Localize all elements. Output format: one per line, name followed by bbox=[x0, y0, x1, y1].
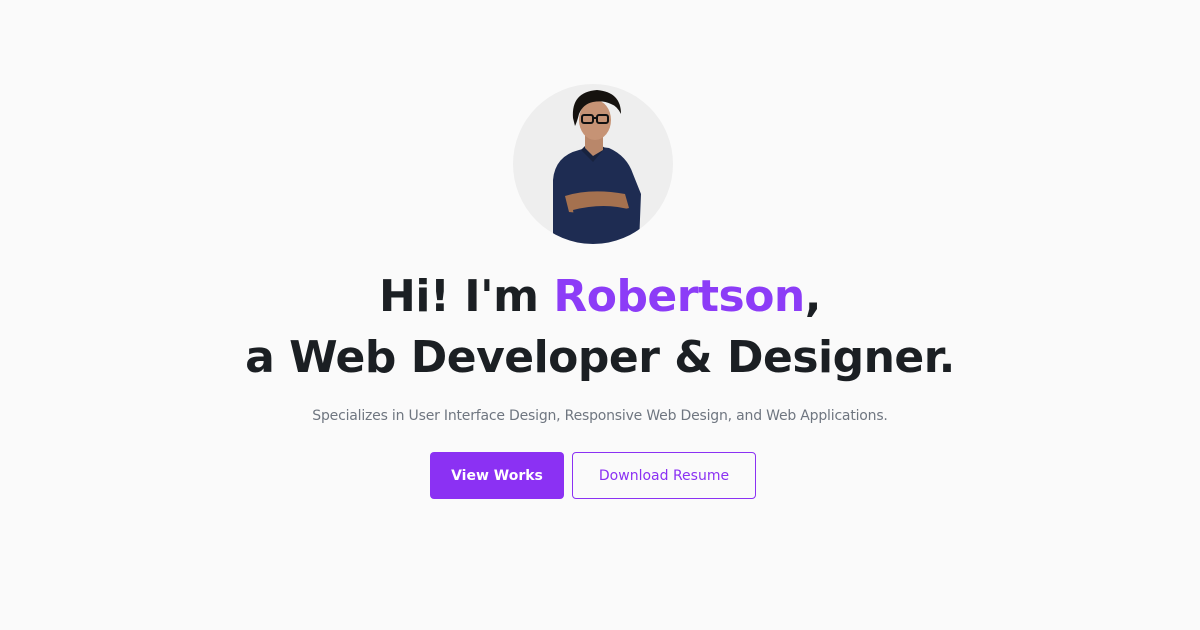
greeting-prefix: Hi! I'm bbox=[379, 271, 554, 322]
hero-headline: Hi! I'm Robertson, a Web Developer & Des… bbox=[0, 266, 1200, 388]
avatar bbox=[513, 84, 673, 244]
view-works-button[interactable]: View Works bbox=[430, 452, 564, 499]
profile-photo bbox=[553, 90, 641, 244]
hero-section: Hi! I'm Robertson, a Web Developer & Des… bbox=[0, 0, 1200, 630]
download-resume-button[interactable]: Download Resume bbox=[572, 452, 756, 499]
hero-subtitle: Specializes in User Interface Design, Re… bbox=[312, 408, 888, 424]
headline-role-line: a Web Developer & Designer. bbox=[245, 332, 955, 383]
headline-greeting-line: Hi! I'm Robertson, bbox=[0, 266, 1200, 327]
greeting-suffix: , bbox=[804, 271, 822, 322]
developer-name: Robertson bbox=[553, 271, 805, 322]
